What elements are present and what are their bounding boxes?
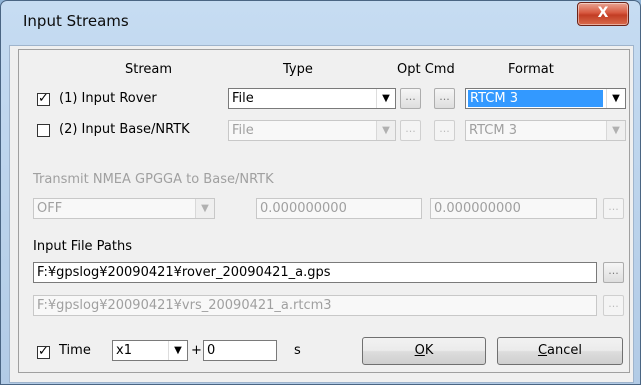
header-type: Type [283,62,313,77]
stream1-label: (1) Input Rover [59,91,157,106]
chevron-down-icon: ▼ [195,199,214,218]
nmea-lat-input[interactable]: 0.000000000 [256,198,422,219]
stream1-cmd-button[interactable]: ... [434,88,455,109]
stream2-format-value: RTCM 3 [469,123,517,138]
header-stream: Stream [125,62,173,77]
cancel-label-rest: ancel [547,343,583,358]
close-icon: X [597,5,609,21]
time-speed-select[interactable]: x1 ▼ [112,340,188,361]
nmea-lon-input[interactable]: 0.000000000 [430,198,597,219]
stream1-format-value: RTCM 3 [468,90,603,107]
stream1-checkbox[interactable]: ✓ [37,92,50,106]
nmea-lon-value: 0.000000000 [434,201,521,216]
ok-label-rest: K [424,343,434,358]
chevron-down-icon: ▼ [376,121,395,140]
time-label: Time [59,343,91,358]
ok-mnemonic: O [414,343,425,358]
stream2-type-value: File [232,123,254,138]
rover-path-input[interactable]: F:¥gpslog¥20090421¥rover_20090421_a.gps [33,262,597,283]
base-path-value: F:¥gpslog¥20090421¥vrs_20090421_a.rtcm3 [37,298,332,313]
base-path-input[interactable]: F:¥gpslog¥20090421¥vrs_20090421_a.rtcm3 [33,295,597,316]
stream2-label: (2) Input Base/NRTK [59,122,190,137]
title-bar[interactable]: Input Streams X [1,1,640,41]
nmea-lat-value: 0.000000000 [260,201,347,216]
rover-path-value: F:¥gpslog¥20090421¥rover_20090421_a.gps [37,265,331,280]
stream1-type-value: File [232,91,254,106]
time-plus-label: + [191,343,202,358]
time-offset-input[interactable]: 0 [203,340,277,361]
stream1-type-select[interactable]: File ▼ [228,88,396,109]
stream1-format-select[interactable]: RTCM 3 ▼ [465,88,626,109]
input-file-paths-label: Input File Paths [33,239,133,254]
time-speed-value: x1 [116,343,132,358]
rover-path-browse-button[interactable]: ... [603,262,624,283]
nmea-mode-value: OFF [37,201,63,216]
chevron-down-icon: ▼ [376,89,395,108]
window-title: Input Streams [23,12,129,30]
time-checkbox[interactable]: ✓ [37,345,50,359]
stream2-format-select[interactable]: RTCM 3 ▼ [465,120,626,141]
ok-button[interactable]: OK [362,337,486,365]
chevron-down-icon: ▼ [606,89,625,108]
header-format: Format [508,62,554,77]
stream2-checkbox[interactable] [37,124,50,137]
stream2-cmd-button[interactable]: ... [434,120,455,141]
chevron-down-icon: ▼ [168,341,187,360]
nmea-pos-button[interactable]: ... [603,198,624,219]
chevron-down-icon: ▼ [606,121,625,140]
stream2-type-select[interactable]: File ▼ [228,120,396,141]
stream2-opt-button[interactable]: ... [400,120,421,141]
base-path-browse-button[interactable]: ... [603,295,624,316]
time-offset-value: 0 [207,343,216,358]
time-unit-label: s [294,343,301,358]
header-opt-cmd: Opt Cmd [397,62,455,77]
nmea-mode-select[interactable]: OFF ▼ [33,198,215,219]
close-button[interactable]: X [577,2,629,26]
cancel-mnemonic: C [537,343,548,358]
nmea-label: Transmit NMEA GPGGA to Base/NRTK [33,172,274,187]
cancel-button[interactable]: Cancel [497,337,623,365]
stream1-opt-button[interactable]: ... [400,88,421,109]
